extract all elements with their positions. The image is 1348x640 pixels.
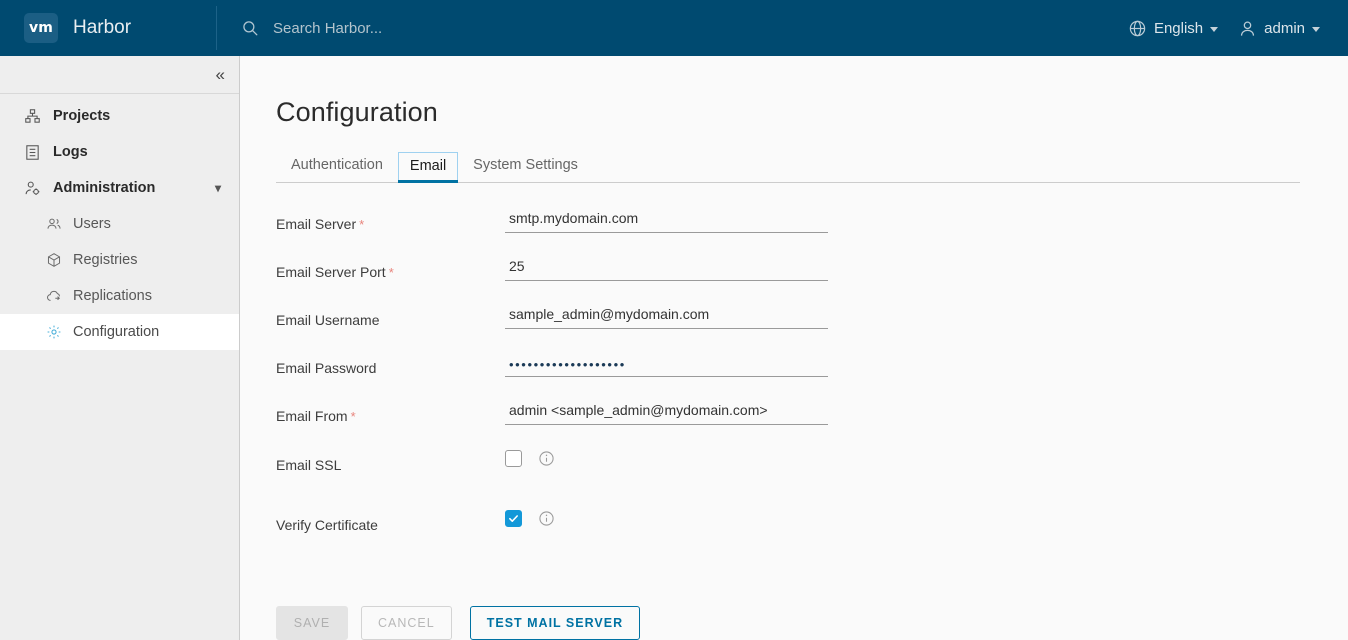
- configuration-gear-icon: [47, 325, 61, 339]
- search-icon: [243, 21, 258, 36]
- email-ssl-checkbox[interactable]: [505, 450, 522, 467]
- sidebar-item-label: Projects: [53, 108, 111, 124]
- email-username-label: Email Username: [276, 312, 380, 328]
- email-from-label: Email From *: [276, 397, 505, 424]
- users-icon: [47, 218, 61, 229]
- page-title: Configuration: [276, 97, 438, 127]
- form-row-verify-certificate: Verify Certificate: [276, 506, 1348, 554]
- sidebar-item-label: Logs: [53, 144, 88, 160]
- search-input[interactable]: [271, 18, 601, 38]
- email-server-label: Email Server *: [276, 205, 505, 232]
- test-mail-server-button[interactable]: Test Mail Server: [469, 606, 641, 640]
- sidebar: « Projects Logs Administration ▾ Users R…: [0, 56, 240, 640]
- required-asterisk: *: [359, 217, 365, 232]
- username-label: admin: [1264, 19, 1305, 37]
- sidebar-item-logs[interactable]: Logs: [0, 134, 239, 170]
- vmware-logo-icon: vm: [24, 13, 58, 43]
- label-text: Email From: [276, 408, 348, 424]
- email-configuration-form: Email Server* Email Server Port* Email U…: [276, 205, 1348, 554]
- form-row-email-username: Email Username: [276, 301, 1348, 349]
- top-header: vm Harbor English admin: [0, 0, 1348, 56]
- search-area[interactable]: [241, 0, 1118, 56]
- email-server-port-label: Email Server Port *: [276, 253, 505, 280]
- double-chevron-left-icon: «: [215, 65, 225, 84]
- tab-system-settings[interactable]: System Settings: [458, 151, 593, 183]
- email-from-input[interactable]: [505, 397, 828, 425]
- user-icon: [1241, 21, 1255, 36]
- sidebar-item-administration[interactable]: Administration ▾: [0, 170, 239, 206]
- label-text: Email Server Port: [276, 264, 386, 280]
- email-username-input[interactable]: [505, 301, 828, 329]
- chevron-down-icon[interactable]: ▾: [215, 181, 221, 195]
- replications-icon: [47, 290, 61, 301]
- globe-icon: [1129, 20, 1146, 36]
- email-password-label: Email Password: [276, 360, 377, 376]
- form-row-email-server: Email Server *: [276, 205, 1348, 253]
- verify-certificate-label: Verify Certificate: [276, 517, 378, 533]
- label-text: Email Server: [276, 216, 357, 232]
- tab-authentication[interactable]: Authentication: [276, 151, 398, 183]
- chevron-down-icon: [1210, 26, 1219, 32]
- sidebar-item-users[interactable]: Users: [0, 206, 239, 242]
- header-right-controls: English admin: [1118, 0, 1348, 56]
- form-row-email-ssl: Email SSL: [276, 446, 1348, 494]
- email-ssl-label: Email SSL: [276, 457, 342, 473]
- registries-icon: [47, 253, 61, 267]
- sidebar-item-label: Administration: [53, 180, 156, 196]
- info-icon[interactable]: [538, 450, 555, 467]
- chevron-down-icon: [1312, 26, 1320, 32]
- tab-email[interactable]: Email: [397, 151, 459, 183]
- projects-icon: [25, 108, 40, 123]
- language-label: English: [1153, 19, 1204, 37]
- form-row-email-server-port: Email Server Port *: [276, 253, 1348, 301]
- administration-icon: [25, 181, 40, 195]
- sidebar-item-replications[interactable]: Replications: [0, 278, 239, 314]
- form-row-email-from: Email From *: [276, 397, 1348, 445]
- user-menu[interactable]: admin: [1228, 0, 1330, 56]
- tab-bar: Authentication Email System Settings: [276, 147, 1300, 183]
- form-row-email-password: Email Password •••••••••••••••••••: [276, 349, 1348, 397]
- brand-area[interactable]: vm Harbor: [0, 13, 216, 43]
- email-server-port-input[interactable]: [505, 253, 828, 281]
- sidebar-item-label: Users: [73, 216, 111, 232]
- sidebar-item-configuration[interactable]: Configuration: [0, 314, 239, 350]
- checkmark-icon: [509, 515, 518, 522]
- sidebar-item-label: Configuration: [73, 324, 160, 340]
- required-asterisk: *: [388, 265, 394, 280]
- verify-certificate-checkbox[interactable]: [505, 510, 522, 527]
- info-icon[interactable]: [538, 510, 555, 527]
- sidebar-item-label: Replications: [73, 288, 152, 304]
- brand-title: Harbor: [73, 17, 132, 38]
- required-asterisk: *: [350, 409, 356, 424]
- email-server-input[interactable]: [505, 205, 828, 233]
- cancel-button[interactable]: Cancel: [361, 606, 452, 640]
- save-button[interactable]: Save: [276, 606, 348, 640]
- language-selector[interactable]: English: [1118, 0, 1228, 56]
- sidebar-collapse-button[interactable]: «: [0, 56, 239, 94]
- email-password-input[interactable]: •••••••••••••••••••: [505, 349, 828, 377]
- main-content: Configuration Authentication Email Syste…: [240, 56, 1348, 640]
- form-action-buttons: Save Cancel Test Mail Server: [276, 606, 1348, 640]
- header-divider: [216, 6, 217, 50]
- sidebar-item-label: Registries: [73, 252, 138, 268]
- sidebar-item-registries[interactable]: Registries: [0, 242, 239, 278]
- sidebar-item-projects[interactable]: Projects: [0, 98, 239, 134]
- logs-icon: [26, 144, 39, 160]
